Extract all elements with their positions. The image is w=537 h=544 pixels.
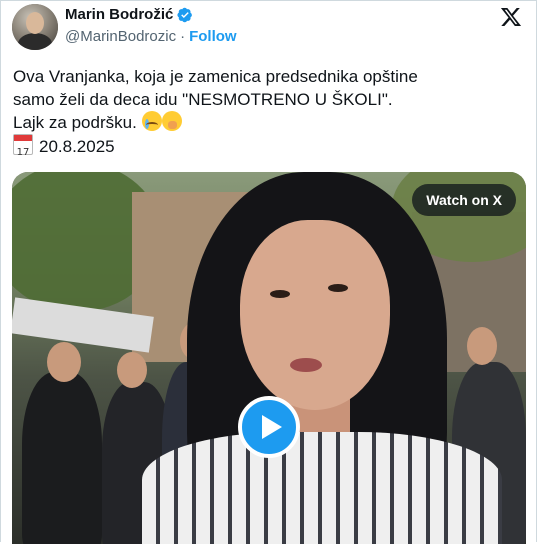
speaker-eye-right	[328, 284, 348, 292]
tweet-line-3-text: Lajk za podršku.	[13, 113, 137, 132]
follow-button[interactable]: Follow	[189, 28, 237, 45]
avatar[interactable]	[12, 4, 58, 50]
speaker-eye-left	[270, 290, 290, 298]
x-logo-icon[interactable]	[500, 6, 522, 28]
crowd-person-1-head	[47, 342, 81, 382]
calendar-day: 17	[16, 147, 30, 158]
speaker-mouth	[290, 358, 322, 372]
tweet-line-1: Ova Vranjanka, koja je zamenica predsedn…	[13, 67, 418, 86]
tweet-date: 20.8.2025	[39, 137, 115, 156]
play-icon	[262, 415, 282, 439]
crowd-person-2-head	[117, 352, 147, 388]
avatar-face	[26, 12, 44, 34]
speaker-face	[240, 220, 390, 410]
tweet-text: Ova Vranjanka, koja je zamenica predsedn…	[13, 65, 523, 158]
calendar-icon: 17	[13, 134, 33, 158]
watch-on-x-button[interactable]: Watch on X	[412, 184, 516, 216]
tweet-date-line: 17 20.8.2025	[13, 134, 523, 158]
separator-dot: ·	[180, 28, 186, 45]
tweet-line-3: Lajk za podršku.	[13, 111, 523, 134]
tweet-line-2: samo želi da deca idu "NESMOTRENO U ŠKOL…	[13, 90, 393, 109]
crowd-person-4-head	[467, 327, 497, 365]
video-media[interactable]: Watch on X	[12, 172, 526, 544]
author-handle[interactable]: @MarinBodrozic	[65, 28, 176, 45]
speaker-striped-shirt	[142, 432, 502, 544]
yawning-face-icon	[161, 111, 182, 131]
crying-face-icon	[141, 111, 162, 131]
author-name[interactable]: Marin Bodrožić	[65, 6, 173, 23]
avatar-body	[18, 33, 52, 50]
tweet-card: Marin Bodrožić @MarinBodrozic · Follow O…	[0, 0, 537, 544]
author-name-row: Marin Bodrožić	[65, 6, 193, 23]
verified-badge-icon	[177, 7, 193, 22]
crowd-person-1	[22, 372, 102, 544]
play-button[interactable]	[238, 396, 300, 458]
author-handle-row: @MarinBodrozic · Follow	[65, 28, 237, 45]
